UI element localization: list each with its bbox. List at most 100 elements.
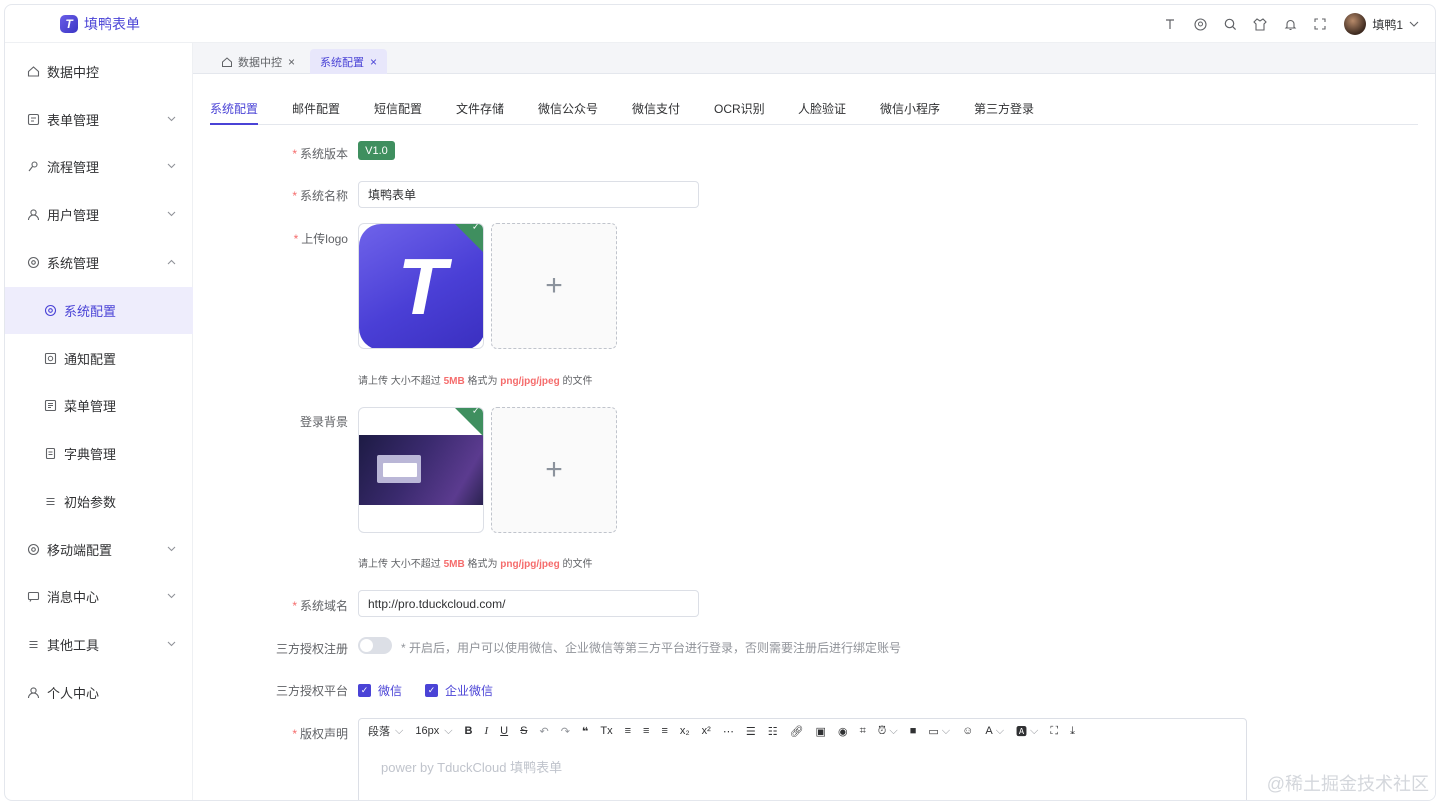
link-icon[interactable]: 🔗︎ — [790, 725, 804, 738]
text-size-icon[interactable] — [1162, 16, 1178, 32]
tab-face-verify[interactable]: 人脸验证 — [798, 100, 846, 117]
fullscreen-icon[interactable]: ⛶ — [1050, 725, 1058, 738]
image-icon[interactable]: ▣ — [816, 725, 826, 738]
platform-wechat-checkbox[interactable]: ✓ 微信 — [358, 682, 402, 699]
check-icon: ✓ — [358, 684, 371, 697]
dict-icon — [43, 447, 57, 461]
tab-mail-config[interactable]: 邮件配置 — [292, 100, 340, 117]
login-bg-image — [359, 435, 483, 505]
download-icon[interactable]: ⤓ — [1070, 725, 1075, 738]
tools-icon — [26, 638, 40, 652]
sidebar-item-flows[interactable]: 流程管理 — [5, 143, 193, 190]
tab-third-login[interactable]: 第三方登录 — [974, 100, 1034, 117]
video-icon[interactable]: ■ — [910, 725, 917, 737]
sidebar-item-label: 表单管理 — [47, 113, 100, 128]
active-tab-indicator — [210, 123, 258, 125]
logo-icon: T — [60, 14, 78, 33]
align-left-icon[interactable]: ≡ — [625, 725, 631, 737]
login-bg-upload-button[interactable]: + — [491, 407, 617, 533]
sidebar-item-dict-manage[interactable]: 字典管理 — [5, 430, 193, 477]
underline-icon[interactable]: U — [500, 725, 508, 737]
login-bg-preview[interactable]: ✓ — [358, 407, 484, 533]
plus-icon: + — [545, 269, 563, 302]
redo-icon[interactable]: ↷ — [561, 725, 570, 738]
tab-wechat-pay[interactable]: 微信支付 — [632, 100, 680, 117]
tab-file-storage[interactable]: 文件存储 — [456, 100, 504, 117]
skin-icon[interactable] — [1252, 16, 1268, 32]
superscript-icon[interactable]: x² — [702, 725, 711, 737]
bell-icon[interactable] — [1282, 16, 1298, 32]
background-color-icon[interactable]: 🅰︎ ⌵ — [1016, 723, 1038, 739]
sidebar-item-label: 系统配置 — [64, 304, 117, 319]
system-name-input[interactable]: 填鸭表单 — [358, 181, 699, 208]
sidebar-item-menu-manage[interactable]: 菜单管理 — [5, 382, 193, 429]
app-window: T 填鸭表单 填鸭1 数据中控 表单管理 流程管理 用户管理 系统管理 系统配置… — [4, 4, 1436, 801]
tab-system-config[interactable]: 系统配置 — [210, 100, 258, 117]
tab-wechat-mp[interactable]: 微信公众号 — [538, 100, 598, 117]
align-right-icon[interactable]: ≡ — [661, 725, 667, 737]
list-icon — [43, 495, 57, 509]
sidebar-item-mobile-config[interactable]: 移动端配置 — [5, 526, 193, 573]
divider-icon[interactable]: ⋯ — [723, 725, 734, 738]
bold-icon[interactable]: B — [465, 725, 473, 737]
plus-icon: + — [545, 453, 563, 486]
sidebar-item-profile[interactable]: 个人中心 — [5, 669, 193, 716]
sidebar-item-messages[interactable]: 消息中心 — [5, 573, 193, 620]
editor-toolbar: 段落 ⌵ 16px ⌵ B I U S ↶ ↷ ❝ Tx ≡ ≡ ≡ x₂ x² ⋯… — [359, 719, 1246, 743]
copyright-label: * 版权声明 — [292, 727, 348, 741]
ordered-list-icon[interactable]: ☷ — [768, 725, 778, 738]
domain-input[interactable]: http://pro.tduckcloud.com/ — [358, 590, 699, 617]
sidebar-item-users[interactable]: 用户管理 — [5, 191, 193, 238]
app-logo[interactable]: T 填鸭表单 — [60, 14, 140, 34]
italic-icon[interactable]: I — [485, 725, 489, 737]
notice-icon — [43, 352, 57, 366]
sidebar-item-label: 系统管理 — [47, 256, 100, 271]
logo-preview[interactable]: T ✓ — [358, 223, 484, 349]
sidebar-item-system-config[interactable]: 系统配置 — [5, 287, 193, 334]
copyright-editor[interactable]: 段落 ⌵ 16px ⌵ B I U S ↶ ↷ ❝ Tx ≡ ≡ ≡ x₂ x² ⋯… — [358, 718, 1247, 800]
tab-sms-config[interactable]: 短信配置 — [374, 100, 422, 117]
third-reg-toggle[interactable] — [358, 637, 392, 654]
table-icon[interactable]: ▭ ⌵ — [928, 725, 950, 738]
strikethrough-icon[interactable]: S — [520, 725, 527, 737]
platform-wecom-checkbox[interactable]: ✓ 企业微信 — [425, 682, 493, 699]
sidebar-item-init-params[interactable]: 初始参数 — [5, 478, 193, 525]
subscript-icon[interactable]: x₂ — [680, 725, 690, 737]
sidebar-item-label: 初始参数 — [64, 495, 117, 510]
fullscreen-icon[interactable] — [1312, 16, 1328, 32]
chevron-down-icon — [167, 114, 176, 125]
paragraph-select[interactable]: 段落 ⌵ — [368, 723, 403, 739]
align-center-icon[interactable]: ≡ — [643, 725, 649, 737]
logo-upload-button[interactable]: + — [491, 223, 617, 349]
close-icon[interactable]: × — [370, 55, 377, 69]
sidebar-item-label: 字典管理 — [64, 447, 117, 462]
code-icon[interactable]: ⌗ — [860, 725, 866, 738]
eye-icon[interactable]: ◉ — [838, 725, 848, 738]
sidebar-item-system[interactable]: 系统管理 — [5, 239, 193, 286]
quote-icon[interactable]: ❝ — [582, 725, 588, 738]
undo-icon[interactable]: ↶ — [539, 725, 548, 738]
sidebar-item-forms[interactable]: 表单管理 — [5, 96, 193, 143]
page-tab-system-config[interactable]: 系统配置 × — [310, 49, 388, 74]
chevron-down-icon[interactable] — [1409, 19, 1419, 30]
github-icon[interactable] — [1192, 16, 1208, 32]
font-size-select[interactable]: 16px ⌵ — [415, 725, 452, 738]
avatar[interactable] — [1344, 13, 1367, 35]
sidebar-item-label: 通知配置 — [64, 352, 117, 367]
top-header: T 填鸭表单 填鸭1 — [5, 5, 1435, 43]
bullet-list-icon[interactable]: ☰ — [746, 725, 756, 738]
tab-wechat-miniapp[interactable]: 微信小程序 — [880, 100, 940, 117]
font-color-icon[interactable]: A ⌵ — [985, 725, 1004, 738]
sidebar-item-dashboard[interactable]: 数据中控 — [5, 48, 193, 95]
page-tab-dashboard[interactable]: 数据中控 × — [211, 49, 305, 74]
clock-icon[interactable]: ⏰︎ ⌵ — [878, 725, 898, 738]
emoji-icon[interactable]: ☺ — [962, 725, 973, 737]
user-name[interactable]: 填鸭1 — [1372, 16, 1403, 33]
check-icon: ✓ — [425, 684, 438, 697]
sidebar-item-tools[interactable]: 其他工具 — [5, 621, 193, 668]
search-icon[interactable] — [1222, 16, 1238, 32]
tab-ocr[interactable]: OCR识别 — [714, 100, 765, 117]
clear-format-icon[interactable]: Tx — [600, 725, 612, 737]
close-icon[interactable]: × — [288, 55, 295, 69]
sidebar-item-notice-config[interactable]: 通知配置 — [5, 335, 193, 382]
